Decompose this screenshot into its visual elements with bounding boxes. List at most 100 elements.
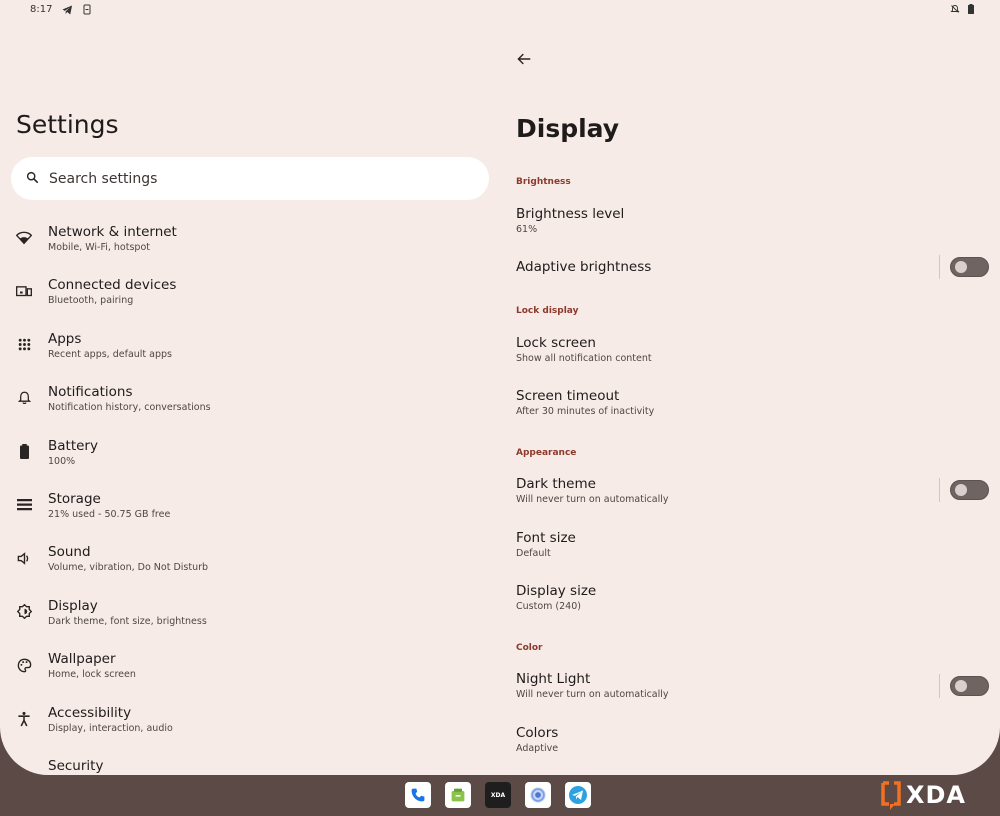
pref-colors[interactable]: Colors Adaptive xyxy=(516,725,558,756)
toggle-knob xyxy=(955,680,967,692)
item-title: Notifications xyxy=(48,384,133,401)
section-lock-display: Lock display xyxy=(516,306,579,316)
status-bar-right xyxy=(950,4,974,14)
settings-item-storage[interactable]: Storage 21% used - 50.75 GB free xyxy=(0,482,500,535)
pref-title: Brightness level xyxy=(516,206,625,222)
item-subtitle: Recent apps, default apps xyxy=(48,348,173,360)
night-light-toggle[interactable] xyxy=(950,676,989,696)
settings-item-security[interactable]: Security xyxy=(0,749,500,775)
toggle-knob xyxy=(955,484,967,496)
chrome-app-icon[interactable] xyxy=(525,782,551,808)
pref-title: Lock screen xyxy=(516,335,596,351)
pref-subtitle: Will never turn on automatically xyxy=(516,494,669,505)
pref-brightness-level[interactable]: Brightness level 61% xyxy=(516,206,624,237)
status-time: 8:17 xyxy=(30,4,53,15)
item-subtitle: Bluetooth, pairing xyxy=(48,295,134,307)
xda-app-label: XDA xyxy=(490,791,506,799)
battery-icon xyxy=(15,443,33,461)
back-arrow-icon xyxy=(517,53,531,65)
toggle-divider xyxy=(939,255,940,279)
settings-menu: Network & internet Mobile, Wi-Fi, hotspo… xyxy=(0,215,500,775)
settings-item-battery[interactable]: Battery 100% xyxy=(0,429,500,482)
xda-app-icon[interactable]: XDA xyxy=(485,782,511,808)
pref-subtitle: Adaptive xyxy=(516,743,559,754)
pref-title: Dark theme xyxy=(516,476,596,492)
settings-item-apps[interactable]: Apps Recent apps, default apps xyxy=(0,322,500,375)
item-title: Sound xyxy=(48,544,91,561)
item-subtitle: Mobile, Wi-Fi, hotspot xyxy=(48,242,150,253)
settings-item-notifications[interactable]: Notifications Notification history, conv… xyxy=(0,375,500,428)
pref-night-light[interactable]: Night Light Will never turn on automatic… xyxy=(516,671,669,702)
pref-title: Adaptive brightness xyxy=(516,259,652,275)
volume-icon xyxy=(15,549,33,567)
item-subtitle: Home, lock screen xyxy=(48,669,136,681)
back-button[interactable] xyxy=(514,50,534,68)
store-app-icon[interactable] xyxy=(445,782,471,808)
settings-item-network[interactable]: Network & internet Mobile, Wi-Fi, hotspo… xyxy=(0,215,500,268)
pref-subtitle: 61% xyxy=(516,224,538,235)
pref-title: Night Light xyxy=(516,671,591,687)
palette-icon xyxy=(15,656,33,674)
battery-status-icon xyxy=(968,4,974,14)
settings-item-accessibility[interactable]: Accessibility Display, interaction, audi… xyxy=(0,696,500,749)
search-placeholder: Search settings xyxy=(49,170,158,187)
adaptive-brightness-toggle[interactable] xyxy=(950,257,989,277)
pref-screen-timeout[interactable]: Screen timeout After 30 minutes of inact… xyxy=(516,388,654,419)
telegram-notification-icon xyxy=(62,4,73,15)
pref-title: Display size xyxy=(516,583,597,599)
pref-display-size[interactable]: Display size Custom (240) xyxy=(516,583,596,614)
item-subtitle: Volume, vibration, Do Not Disturb xyxy=(48,562,209,574)
pref-lock-screen[interactable]: Lock screen Show all notification conten… xyxy=(516,335,652,366)
xda-bracket-icon xyxy=(881,781,901,810)
xda-watermark-logo: XDA xyxy=(880,780,966,810)
pref-font-size[interactable]: Font size Default xyxy=(516,530,576,561)
section-brightness: Brightness xyxy=(516,177,571,187)
settings-item-sound[interactable]: Sound Volume, vibration, Do Not Disturb xyxy=(0,535,500,588)
storage-icon xyxy=(15,496,33,514)
settings-item-display[interactable]: Display Dark theme, font size, brightnes… xyxy=(0,589,500,642)
devices-icon xyxy=(15,282,33,300)
settings-item-wallpaper[interactable]: Wallpaper Home, lock screen xyxy=(0,642,500,695)
settings-item-connected-devices[interactable]: Connected devices Bluetooth, pairing xyxy=(0,268,500,321)
item-title: Wallpaper xyxy=(48,651,116,668)
pref-subtitle: Show all notification content xyxy=(516,353,652,364)
toggle-divider xyxy=(939,674,940,698)
phone-app-icon[interactable] xyxy=(405,782,431,808)
item-subtitle: Notification history, conversations xyxy=(48,402,211,414)
brightness-icon xyxy=(15,603,33,621)
telegram-app-icon[interactable] xyxy=(565,782,591,808)
section-color: Color xyxy=(516,643,543,653)
bell-icon xyxy=(15,389,33,407)
item-title: Storage xyxy=(48,490,101,507)
pref-title: Font size xyxy=(516,530,576,546)
item-title: Apps xyxy=(48,330,82,347)
item-subtitle: 100% xyxy=(48,455,76,467)
pref-title: Colors xyxy=(516,725,559,741)
sync-notification-icon xyxy=(83,4,91,15)
toggle-divider xyxy=(939,478,940,502)
wifi-icon xyxy=(15,229,33,247)
item-title: Display xyxy=(48,597,98,614)
item-subtitle: Display, interaction, audio xyxy=(48,722,173,734)
search-settings-field[interactable]: Search settings xyxy=(11,157,489,200)
pref-subtitle: Custom (240) xyxy=(516,601,581,612)
item-title: Battery xyxy=(48,437,98,454)
pref-subtitle: Default xyxy=(516,548,551,559)
accessibility-icon xyxy=(15,710,33,728)
taskbar: XDA xyxy=(405,782,591,808)
pref-dark-theme[interactable]: Dark theme Will never turn on automatica… xyxy=(516,476,669,507)
item-title: Security xyxy=(48,757,104,774)
search-icon xyxy=(26,169,39,188)
xda-watermark-text: XDA xyxy=(906,781,966,809)
mute-icon xyxy=(950,4,960,14)
pref-subtitle: Will never turn on automatically xyxy=(516,689,669,700)
pref-title: Screen timeout xyxy=(516,388,620,404)
dark-theme-toggle[interactable] xyxy=(950,480,989,500)
item-subtitle: 21% used - 50.75 GB free xyxy=(48,508,171,520)
item-title: Accessibility xyxy=(48,704,132,721)
pref-subtitle: After 30 minutes of inactivity xyxy=(516,406,655,417)
item-title: Connected devices xyxy=(48,277,177,294)
display-page-title: Display xyxy=(516,114,620,143)
pref-adaptive-brightness[interactable]: Adaptive brightness xyxy=(516,259,651,275)
apps-grid-icon xyxy=(15,336,33,354)
